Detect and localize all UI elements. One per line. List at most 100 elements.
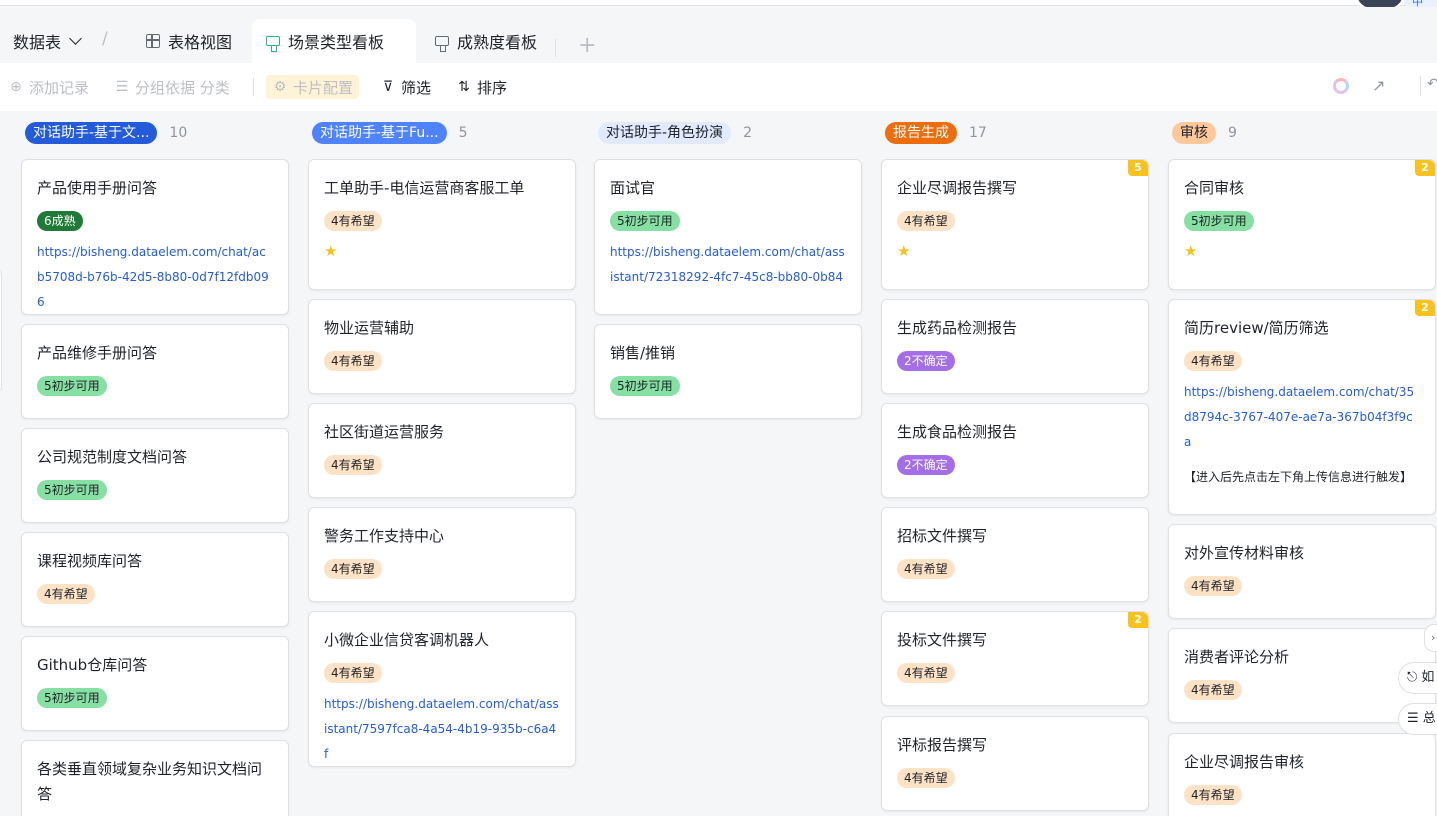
card-title: Github仓库问答	[37, 656, 148, 674]
star-icon: ★	[1184, 242, 1198, 260]
column-group-pill[interactable]: 审核	[1172, 122, 1216, 144]
maturity-tag: 4有希望	[1184, 576, 1242, 596]
collapsed-column-edge	[0, 271, 2, 391]
maturity-tag: 4有希望	[324, 663, 382, 683]
kanban-card[interactable]: 物业运营辅助 4有希望	[308, 299, 576, 394]
add-record-label: 添加记录	[29, 78, 90, 97]
kanban-card[interactable]: 课程视频库问答 4有希望	[21, 532, 289, 627]
maturity-tag: 4有希望	[897, 211, 955, 231]
card-title: 企业尽调报告撰写	[897, 179, 1018, 197]
column-group-pill[interactable]: 对话助手-角色扮演	[598, 122, 732, 144]
kanban-card[interactable]: 销售/推销 5初步可用	[594, 324, 862, 419]
card-title: 工单助手-电信运营商客服工单	[324, 179, 525, 197]
tab-label: 成熟度看板	[457, 33, 538, 52]
kanban-card[interactable]: 2 投标文件撰写 4有希望	[881, 611, 1149, 706]
add-view-button[interactable]: +	[578, 35, 596, 57]
column-count: 17	[969, 125, 987, 141]
maturity-tag: 5初步可用	[37, 688, 107, 708]
maturity-tag: 5初步可用	[37, 376, 107, 396]
kanban-board: 对话助手-基于文... 10 产品使用手册问答 6成熟 https://bish…	[0, 111, 1437, 816]
maturity-tag: 4有希望	[897, 768, 955, 788]
kanban-icon	[266, 36, 280, 52]
kanban-card[interactable]: 工单助手-电信运营商客服工单 4有希望 ★	[308, 159, 576, 290]
kanban-card[interactable]: 小微企业信贷客调机器人 4有希望 https://bisheng.dataele…	[308, 611, 576, 767]
column-header: 审核 9	[1172, 122, 1237, 144]
column-count: 10	[169, 125, 188, 141]
comment-count-badge: 2	[1128, 612, 1148, 628]
maturity-tag: 5初步可用	[1184, 211, 1254, 231]
kanban-card[interactable]: 2 合同审核 5初步可用 ★	[1168, 159, 1436, 290]
filter-icon: ⊽	[382, 79, 394, 95]
view-tabs-bar: 数据表 / 表格视图 场景类型看板 成熟度看板 +	[0, 7, 1437, 63]
grid-view-icon	[146, 34, 160, 48]
maturity-tag: 4有希望	[324, 351, 382, 371]
kanban-card[interactable]: 公司规范制度文档问答 5初步可用	[21, 428, 289, 523]
column-group-pill[interactable]: 对话助手-基于文...	[25, 122, 158, 144]
kanban-card[interactable]: 2 简历review/简历筛选 4有希望 https://bisheng.dat…	[1168, 299, 1436, 515]
card-title: 小微企业信贷客调机器人	[324, 631, 490, 649]
column-header: 对话助手-基于文... 10	[25, 122, 187, 144]
kanban-card[interactable]: 评标报告撰写 4有希望	[881, 716, 1149, 811]
group-list-icon: ☰	[115, 79, 129, 95]
card-title: 合同审核	[1184, 179, 1245, 197]
kanban-card[interactable]: 社区街道运营服务 4有希望	[308, 403, 576, 498]
tab-maturity-kanban[interactable]: 成熟度看板	[421, 19, 551, 63]
card-config-label: 卡片配置	[293, 78, 354, 97]
kanban-card[interactable]: 生成食品检测报告 2不确定	[881, 403, 1149, 498]
floating-help-button[interactable]: ⎋ 如	[1398, 662, 1437, 694]
kanban-card[interactable]: 各类垂直领域复杂业务知识文档问答	[21, 740, 289, 816]
kanban-card[interactable]: 产品使用手册问答 6成熟 https://bisheng.dataelem.co…	[21, 159, 289, 315]
maturity-tag: 4有希望	[897, 663, 955, 683]
kanban-card[interactable]: 消费者评论分析 4有希望	[1168, 628, 1436, 723]
kanban-card[interactable]: 对外宣传材料审核 4有希望	[1168, 524, 1436, 619]
kanban-card[interactable]: 招标文件撰写 4有希望	[881, 507, 1149, 602]
card-title: 物业运营辅助	[324, 319, 415, 337]
card-title: 企业尽调报告审核	[1184, 753, 1305, 771]
tab-grid-view[interactable]: 表格视图	[132, 19, 246, 63]
add-record-button[interactable]: ⊕ 添加记录	[4, 75, 93, 99]
breadcrumb-separator: /	[102, 29, 108, 49]
sort-icon: ⇅	[458, 79, 470, 95]
filter-label: 筛选	[401, 78, 432, 97]
filter-button[interactable]: ⊽ 筛选	[376, 75, 435, 99]
card-title: 对外宣传材料审核	[1184, 544, 1305, 562]
tab-scenario-kanban[interactable]: 场景类型看板	[252, 19, 416, 63]
undo-icon[interactable]: ↶	[1420, 76, 1437, 96]
kanban-card[interactable]: Github仓库问答 5初步可用	[21, 636, 289, 731]
column-group-pill[interactable]: 报告生成	[885, 122, 957, 144]
sort-button[interactable]: ⇅ 排序	[452, 75, 511, 99]
toolbar-divider	[253, 78, 254, 96]
kanban-card[interactable]: 企业尽调报告审核 4有希望	[1168, 733, 1436, 816]
maturity-tag: 4有希望	[37, 584, 95, 604]
maturity-tag: 6成熟	[37, 211, 83, 231]
maturity-tag: 5初步可用	[610, 376, 680, 396]
kanban-icon	[435, 36, 449, 52]
floating-summary-button[interactable]: ☰ 总	[1398, 703, 1437, 735]
share-icon[interactable]: ↗	[1372, 76, 1385, 95]
card-title: 招标文件撰写	[897, 527, 988, 545]
card-link[interactable]: https://bisheng.dataelem.com/chat/assist…	[610, 240, 846, 290]
card-title: 社区街道运营服务	[324, 423, 445, 441]
group-by-button[interactable]: ☰ 分组依据 分类	[110, 75, 234, 99]
kanban-card[interactable]: 生成药品检测报告 2不确定	[881, 299, 1149, 394]
kanban-card[interactable]: 产品维修手册问答 5初步可用	[21, 324, 289, 419]
card-config-button[interactable]: ⚙ 卡片配置	[266, 75, 360, 99]
column-group-pill[interactable]: 对话助手-基于Fu...	[312, 122, 447, 144]
card-note: 【进入后先点击左下角上传信息进行触发】	[1184, 470, 1413, 484]
card-link[interactable]: https://bisheng.dataelem.com/chat/35d879…	[1184, 380, 1420, 455]
ai-assistant-icon[interactable]	[1333, 78, 1349, 94]
maturity-tag: 5初步可用	[610, 211, 680, 231]
maturity-tag: 4有希望	[324, 211, 382, 231]
card-title: 产品维修手册问答	[37, 344, 158, 362]
kanban-card[interactable]: 面试官 5初步可用 https://bisheng.dataelem.com/c…	[594, 159, 862, 315]
collapse-handle[interactable]: ›	[1424, 624, 1437, 652]
card-title: 生成药品检测报告	[897, 319, 1018, 337]
card-link[interactable]: https://bisheng.dataelem.com/chat/assist…	[324, 692, 560, 766]
card-link[interactable]: https://bisheng.dataelem.com/chat/acb570…	[37, 240, 273, 314]
top-strip	[0, 0, 1437, 6]
column-count: 9	[1228, 125, 1237, 141]
kanban-card[interactable]: 5 企业尽调报告撰写 4有希望 ★	[881, 159, 1149, 290]
kanban-card[interactable]: 警务工作支持中心 4有希望	[308, 507, 576, 602]
datatable-dropdown[interactable]: 数据表	[13, 29, 82, 53]
sort-label: 排序	[477, 78, 508, 97]
